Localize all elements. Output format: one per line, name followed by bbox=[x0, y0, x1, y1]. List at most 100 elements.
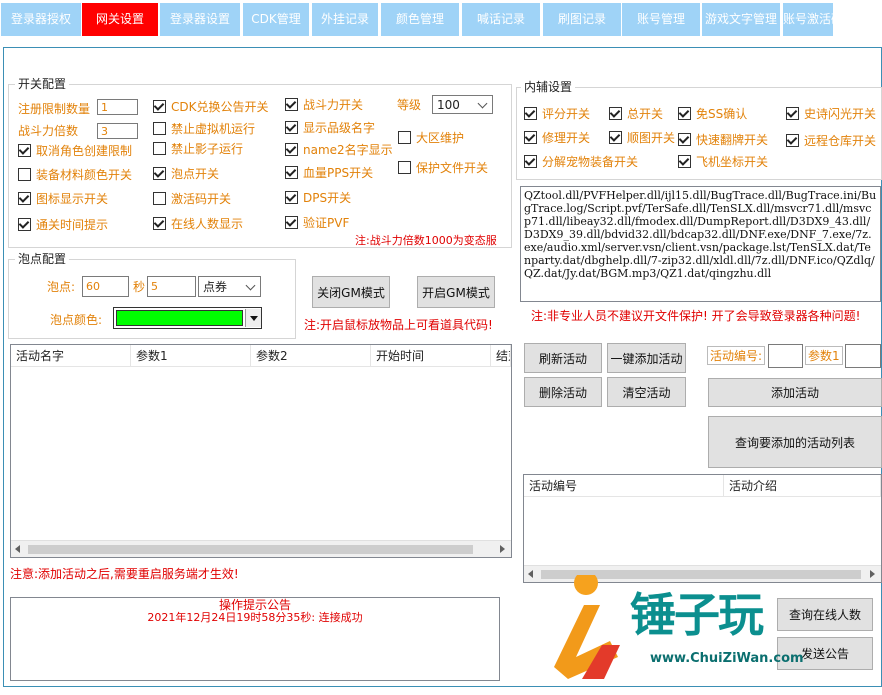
tab-0[interactable]: 登录器授权 bbox=[1, 3, 81, 36]
catalog-col-1[interactable]: 活动介绍 bbox=[724, 475, 881, 497]
switch-checkbox-0[interactable]: 取消角色创建限制 bbox=[18, 143, 132, 159]
catalog-col-0[interactable]: 活动编号 bbox=[524, 475, 724, 497]
tab-3[interactable]: CDK管理 bbox=[243, 3, 309, 36]
tab-10[interactable]: 账号激活码 bbox=[783, 3, 833, 36]
power-note: 注:战斗力倍数1000为变态服 bbox=[355, 234, 497, 247]
protected-files-textarea[interactable]: QZtool.dll/PVFHelper.dll/ijl15.dll/BugTr… bbox=[520, 186, 881, 302]
aux-checkbox-8[interactable]: 分解宠物装备开关 bbox=[524, 154, 638, 170]
switch-config-title: 开关配置 bbox=[15, 77, 70, 92]
activity-list-header: 活动名字参数1参数2开始时间结束 bbox=[11, 345, 511, 367]
operation-notice-box: 操作提示公告 2021年12月24日19时58分35秒: 连接成功 bbox=[10, 597, 500, 681]
query-activity-list-button[interactable]: 查询要添加的活动列表 bbox=[708, 416, 882, 468]
switch-checkbox-13[interactable]: 血量PPS开关 bbox=[285, 165, 373, 181]
activity-col-4[interactable]: 结束 bbox=[491, 345, 511, 367]
activity-list-scrollbar[interactable] bbox=[11, 540, 511, 557]
switch-checkbox-2[interactable]: 图标显示开关 bbox=[18, 191, 108, 207]
reg-limit-label: 注册限制数量 bbox=[18, 102, 91, 116]
scroll-left-icon bbox=[15, 545, 20, 553]
bubble-sec-input[interactable] bbox=[147, 276, 196, 297]
activity-param-label: 参数1 bbox=[805, 346, 843, 365]
currency-select[interactable]: 点券 bbox=[198, 276, 261, 297]
aux-checkbox-2[interactable]: 免SS确认 bbox=[678, 106, 747, 122]
aux-checkbox-4[interactable]: 修理开关 bbox=[524, 130, 590, 146]
tab-4[interactable]: 外挂记录 bbox=[312, 3, 378, 36]
notice-title: 操作提示公告 bbox=[218, 598, 291, 612]
clear-activity-button[interactable]: 清空活动 bbox=[607, 377, 686, 407]
switch-checkbox-8[interactable]: 激活码开关 bbox=[153, 191, 231, 207]
level-label: 等级 bbox=[397, 98, 422, 112]
switch-checkbox-17[interactable]: 保护文件开关 bbox=[398, 160, 488, 176]
aux-checkbox-6[interactable]: 快速翻牌开关 bbox=[678, 132, 768, 148]
bubble-config-title: 泡点配置 bbox=[15, 252, 70, 267]
activity-param-input[interactable] bbox=[845, 344, 881, 368]
activity-list[interactable]: 活动名字参数1参数2开始时间结束 bbox=[10, 344, 512, 558]
file-protect-warning: 注:非专业人员不建议开文件保护! 开了会导致登录器各种问题! bbox=[531, 309, 861, 323]
open-gm-button[interactable]: 开启GM模式 bbox=[417, 276, 495, 308]
aux-checkbox-9[interactable]: 飞机坐标开关 bbox=[678, 154, 768, 170]
aux-config-title: 内辅设置 bbox=[521, 80, 576, 95]
bubble-sec-label: 秒 bbox=[133, 280, 146, 294]
aux-checkbox-7[interactable]: 远程仓库开关 bbox=[786, 133, 876, 149]
bubble-color-picker[interactable] bbox=[113, 307, 262, 329]
scroll-thumb[interactable] bbox=[28, 545, 473, 554]
activity-col-1[interactable]: 参数1 bbox=[131, 345, 251, 367]
tab-9[interactable]: 游戏文字管理 bbox=[702, 3, 780, 36]
level-select[interactable]: 100 bbox=[432, 95, 493, 114]
switch-checkbox-3[interactable]: 通关时间提示 bbox=[18, 217, 108, 233]
gm-note: 注:开启鼠标放物品上可看道具代码! bbox=[304, 318, 493, 332]
scroll-left-icon bbox=[528, 570, 533, 578]
switch-checkbox-12[interactable]: name2名字显示 bbox=[285, 142, 393, 158]
catalog-scrollbar[interactable] bbox=[524, 565, 881, 582]
caret-down-icon bbox=[250, 316, 258, 321]
aux-checkbox-0[interactable]: 评分开关 bbox=[524, 106, 590, 122]
tab-7[interactable]: 刷图记录 bbox=[543, 3, 621, 36]
activity-id-input[interactable] bbox=[768, 344, 803, 368]
send-notice-button[interactable]: 发送公告 bbox=[777, 637, 873, 670]
tab-2[interactable]: 登录器设置 bbox=[160, 3, 240, 36]
currency-value: 点券 bbox=[203, 280, 228, 294]
color-dropdown-button[interactable] bbox=[245, 309, 261, 327]
switch-checkbox-15[interactable]: 验证PVF bbox=[285, 215, 349, 231]
power-mult-input[interactable] bbox=[97, 123, 138, 139]
chevron-down-icon bbox=[245, 280, 256, 290]
notice-message: 2021年12月24日19时58分35秒: 连接成功 bbox=[147, 611, 363, 624]
reg-limit-input[interactable] bbox=[97, 99, 138, 115]
power-mult-label: 战斗力倍数 bbox=[18, 124, 79, 138]
switch-checkbox-9[interactable]: 在线人数显示 bbox=[153, 216, 243, 232]
refresh-activity-button[interactable]: 刷新活动 bbox=[524, 343, 602, 373]
aux-checkbox-3[interactable]: 史诗闪光开关 bbox=[786, 106, 876, 122]
activity-id-label: 活动编号: bbox=[707, 346, 766, 365]
tab-1[interactable]: 网关设置 bbox=[82, 3, 158, 36]
scroll-thumb[interactable] bbox=[541, 570, 861, 579]
aux-checkbox-5[interactable]: 顺图开关 bbox=[609, 130, 675, 146]
activity-col-3[interactable]: 开始时间 bbox=[371, 345, 491, 367]
tab-6[interactable]: 喊话记录 bbox=[462, 3, 540, 36]
delete-activity-button[interactable]: 删除活动 bbox=[524, 377, 602, 407]
aux-checkbox-1[interactable]: 总开关 bbox=[609, 106, 663, 122]
switch-checkbox-7[interactable]: 泡点开关 bbox=[153, 166, 219, 182]
color-swatch bbox=[116, 310, 243, 326]
tab-8[interactable]: 账号管理 bbox=[622, 3, 700, 36]
switch-checkbox-6[interactable]: 禁止影子运行 bbox=[153, 141, 243, 157]
tab-bar: 登录器授权 网关设置 登录器设置 CDK管理 外挂记录 颜色管理 喊话记录 刷图记录 账号管理游… bbox=[0, 0, 882, 38]
switch-checkbox-14[interactable]: DPS开关 bbox=[285, 190, 351, 206]
tab-5[interactable]: 颜色管理 bbox=[381, 3, 459, 36]
switch-checkbox-5[interactable]: 禁止虚拟机运行 bbox=[153, 121, 255, 137]
activity-catalog-list[interactable]: 活动编号 活动介绍 bbox=[523, 474, 882, 583]
activity-note: 注意:添加活动之后,需要重启服务端才生效! bbox=[10, 567, 239, 581]
bubble-point-input[interactable] bbox=[82, 276, 129, 297]
scroll-right-icon bbox=[500, 545, 505, 553]
onekey-add-activity-button[interactable]: 一键添加活动 bbox=[607, 343, 686, 373]
chevron-down-icon bbox=[477, 98, 488, 108]
close-gm-button[interactable]: 关闭GM模式 bbox=[312, 276, 390, 308]
switch-checkbox-11[interactable]: 显示品级名字 bbox=[285, 120, 375, 136]
query-online-button[interactable]: 查询在线人数 bbox=[777, 598, 873, 631]
switch-checkbox-1[interactable]: 装备材料颜色开关 bbox=[18, 167, 132, 183]
activity-col-2[interactable]: 参数2 bbox=[251, 345, 371, 367]
activity-col-0[interactable]: 活动名字 bbox=[11, 345, 131, 367]
switch-checkbox-4[interactable]: CDK兑换公告开关 bbox=[153, 99, 269, 115]
bubble-color-label: 泡点颜色: bbox=[50, 313, 103, 327]
add-activity-button[interactable]: 添加活动 bbox=[708, 378, 882, 407]
switch-checkbox-10[interactable]: 战斗力开关 bbox=[285, 97, 363, 113]
switch-checkbox-16[interactable]: 大区维护 bbox=[398, 130, 464, 146]
